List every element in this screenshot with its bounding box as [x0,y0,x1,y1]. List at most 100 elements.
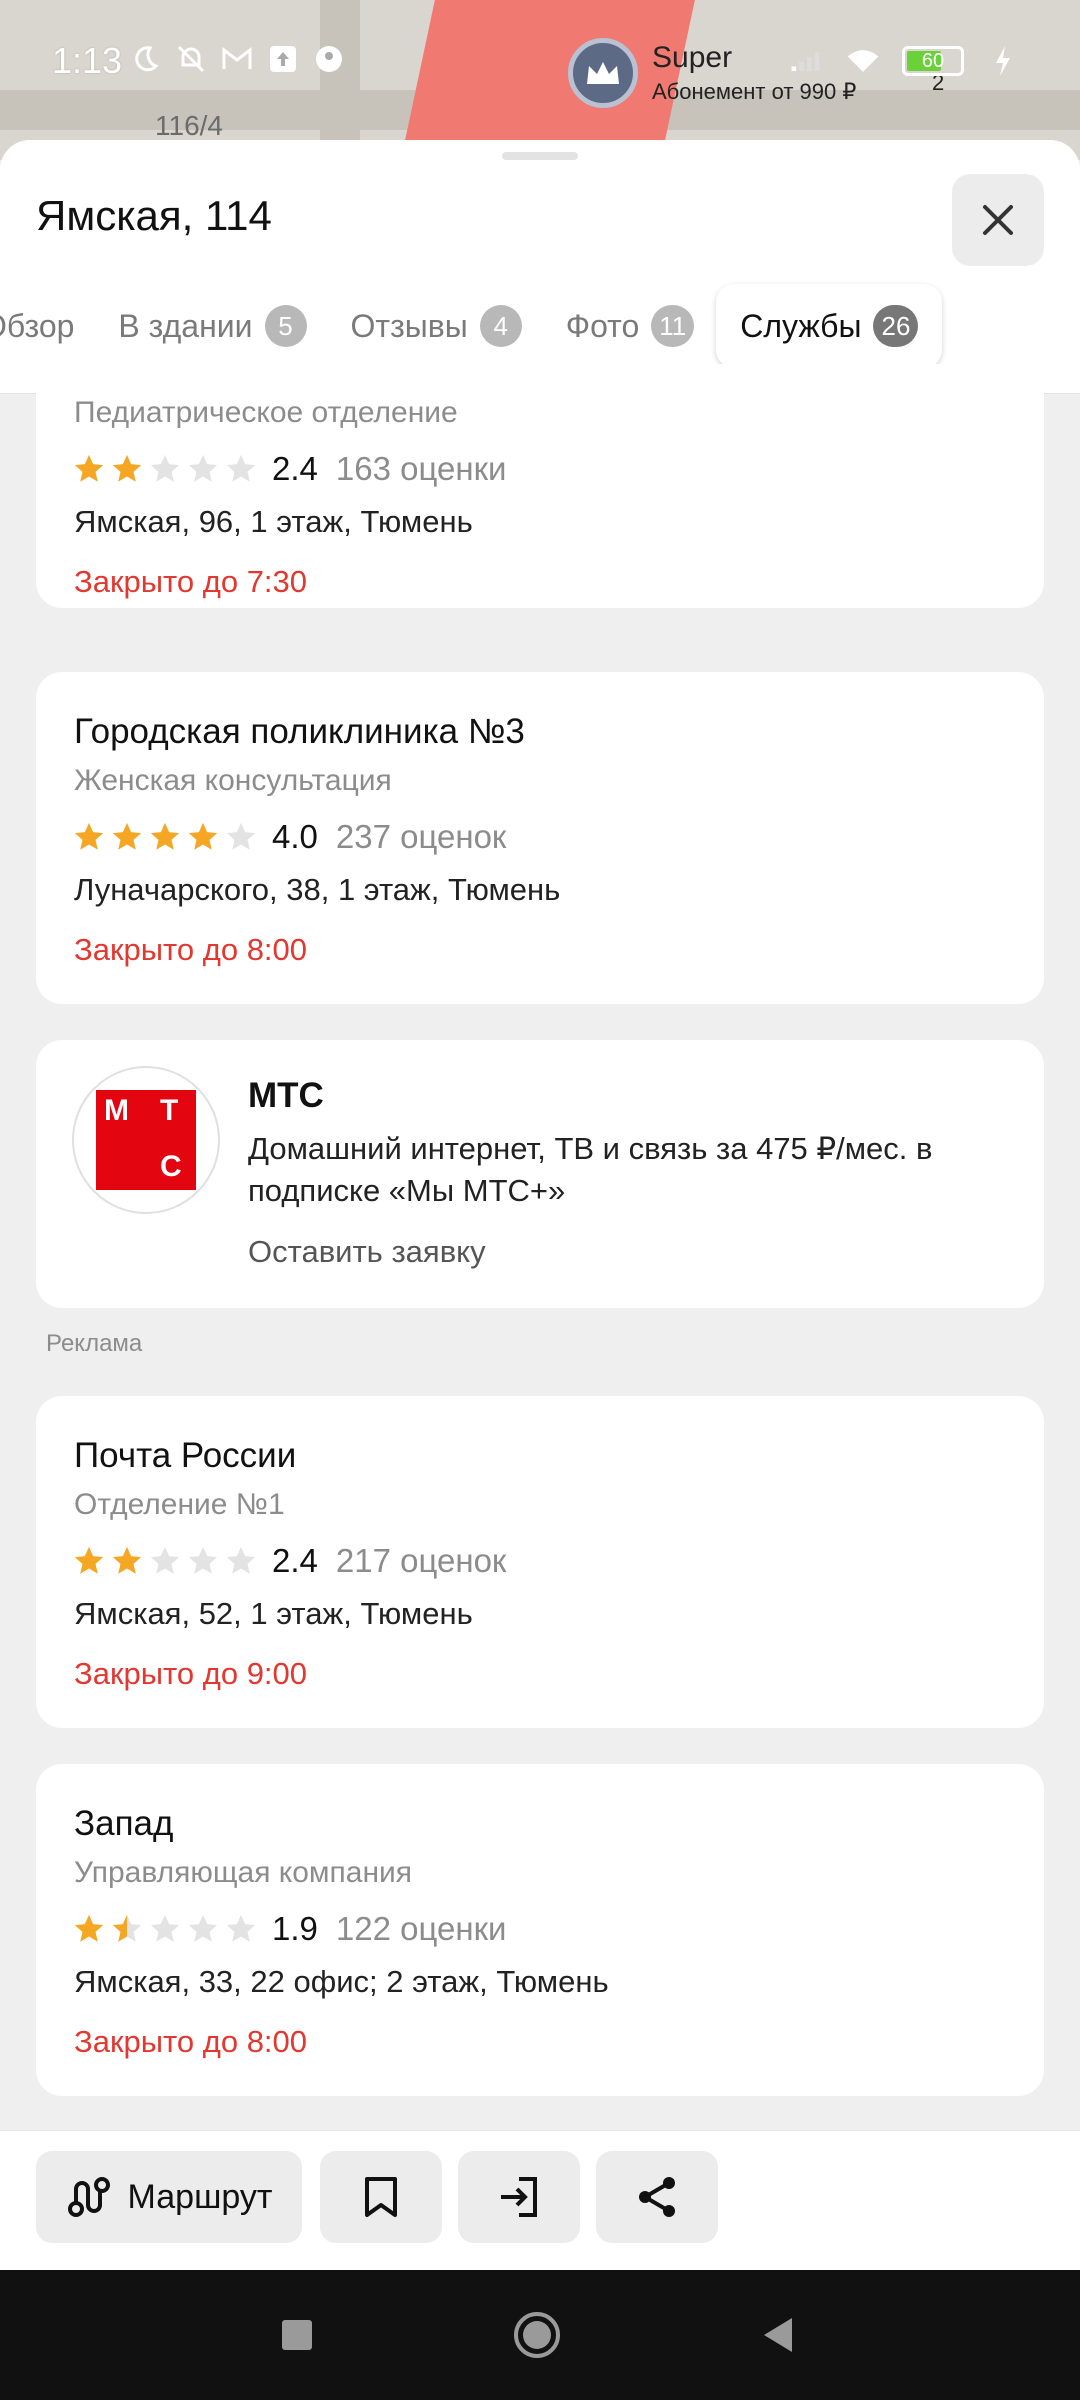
card-category: Управляющая компания [74,1856,413,1889]
service-card-polyclinic[interactable]: Городская поликлиника №3 Женская консуль… [36,672,1044,1004]
close-button[interactable] [952,174,1044,266]
star-icon [226,822,256,850]
page-title: Ямская, 114 [36,192,272,239]
star-icon [226,1914,256,1942]
rating-value: 2.4 [272,450,318,487]
rating-count: 237 оценок [335,818,507,855]
upload-icon [266,42,300,76]
star-icon [112,454,142,482]
card-rating: 2.4 163 оценки [72,450,506,488]
route-button[interactable]: Маршрут [36,2151,302,2243]
card-name: Почта России [74,1436,297,1475]
card-address: Луначарского, 38, 1 этаж, Тюмень [74,872,561,907]
enter-icon [501,2177,537,2217]
card-category: Женская консультация [74,764,392,797]
star-icon [74,454,104,482]
tab-photos[interactable]: Фото 11 [544,284,717,368]
card-name: Запад [74,1804,174,1843]
star-icon [112,1546,142,1574]
service-card-post[interactable]: Почта России Отделение №1 2.4 217 оценок… [36,1396,1044,1728]
card-rating: 1.9 122 оценки [72,1910,506,1948]
tab-count-badge: 11 [651,305,695,347]
star-icon [150,822,180,850]
home-icon[interactable] [512,2310,562,2360]
enter-button[interactable] [458,2151,580,2243]
ad-description: Домашний интернет, ТВ и связь за 475 ₽/м… [248,1131,933,1208]
bookmark-button[interactable] [320,2151,442,2243]
gmail-icon [220,42,254,76]
ad-card-mts[interactable]: М Т С МТС Домашний интернет, ТВ и связь … [36,1040,1044,1308]
tab-label: В здании [118,307,253,344]
close-icon [983,205,1013,235]
rating-stars [72,452,258,486]
card-address: Ямская, 96, 1 этаж, Тюмень [74,504,473,539]
card-category: Педиатрическое отделение [74,396,458,429]
mts-logo-letter: Т [160,1094,179,1127]
back-icon[interactable] [754,2310,804,2360]
star-icon [226,1546,256,1574]
battery-level: 60 [921,50,945,72]
rating-value: 2.4 [272,1542,318,1579]
card-address: Ямская, 33, 22 офис; 2 этаж, Тюмень [74,1964,609,1999]
ad-label: Реклама [46,1330,143,1357]
service-card-pediatric[interactable]: Педиатрическое отделение 2.4 163 оценки … [36,364,1044,608]
card-hours: Закрыто до 8:00 [74,2024,308,2059]
rating-count: 122 оценки [335,1910,507,1947]
star-icon [150,1546,180,1574]
rating-value: 4.0 [272,818,318,855]
tab-label: Фото [565,307,640,344]
star-icon [112,1914,142,1942]
tab-in-building[interactable]: В здании 5 [96,284,328,368]
mts-logo-letter: М [104,1094,129,1127]
card-name: Городская поликлиника №3 [74,712,525,751]
card-rating: 2.4 217 оценок [72,1542,506,1580]
ad-request-link[interactable]: Оставить заявку [248,1234,486,1270]
star-icon [112,822,142,850]
star-icon [150,1914,180,1942]
tab-label: Службы [740,307,862,344]
card-address: Ямская, 52, 1 этаж, Тюмень [74,1596,473,1631]
tab-reviews[interactable]: Отзывы 4 [329,284,544,368]
tab-label: Отзывы [350,307,468,344]
share-icon [639,2177,675,2217]
card-hours: Закрыто до 8:00 [74,932,308,967]
tab-count-badge: 5 [264,305,307,347]
action-bar: Маршрут [0,2130,1080,2270]
tab-label: Обзор [0,307,75,344]
tab-bar: Обзор В здании 5 Отзывы 4 Фото 11 Службы… [0,284,1040,368]
place-card-sheet: Ямская, 114 Обзор В здании 5 Отзывы 4 Фо… [0,140,1080,2270]
star-icon [188,822,218,850]
tab-overview[interactable]: Обзор [0,284,96,368]
service-card-zapad[interactable]: Запад Управляющая компания 1.9 122 оценк… [36,1764,1044,2096]
rating-stars [72,1544,258,1578]
status-bar: 1:13 60 [0,0,1080,120]
star-icon [188,1546,218,1574]
wifi-icon [846,44,880,78]
card-category: Отделение №1 [74,1488,285,1521]
route-icon [67,2177,110,2217]
app-notification-icon [312,42,346,76]
sheet-drag-handle[interactable] [502,152,578,160]
moon-icon [128,42,162,76]
charging-icon [986,44,1020,78]
tab-count-badge: 4 [479,305,522,347]
tab-count-badge: 26 [873,305,919,347]
mts-logo: М Т С [72,1066,220,1214]
share-button[interactable] [596,2151,718,2243]
tab-services[interactable]: Службы 26 [716,284,943,368]
star-icon [150,454,180,482]
star-icon [188,1914,218,1942]
star-icon [188,454,218,482]
route-label: Маршрут [127,2177,273,2216]
mts-logo-letter: С [160,1150,182,1183]
card-hours: Закрыто до 7:30 [74,564,308,599]
status-time: 1:13 [52,40,123,81]
rating-stars [72,820,258,854]
bookmark-icon [365,2177,397,2217]
recents-icon[interactable] [272,2310,322,2360]
rating-count: 163 оценки [335,450,507,487]
star-icon [74,822,104,850]
rating-count: 217 оценок [335,1542,507,1579]
ad-title: МТС [248,1076,324,1115]
rating-stars [72,1912,258,1946]
